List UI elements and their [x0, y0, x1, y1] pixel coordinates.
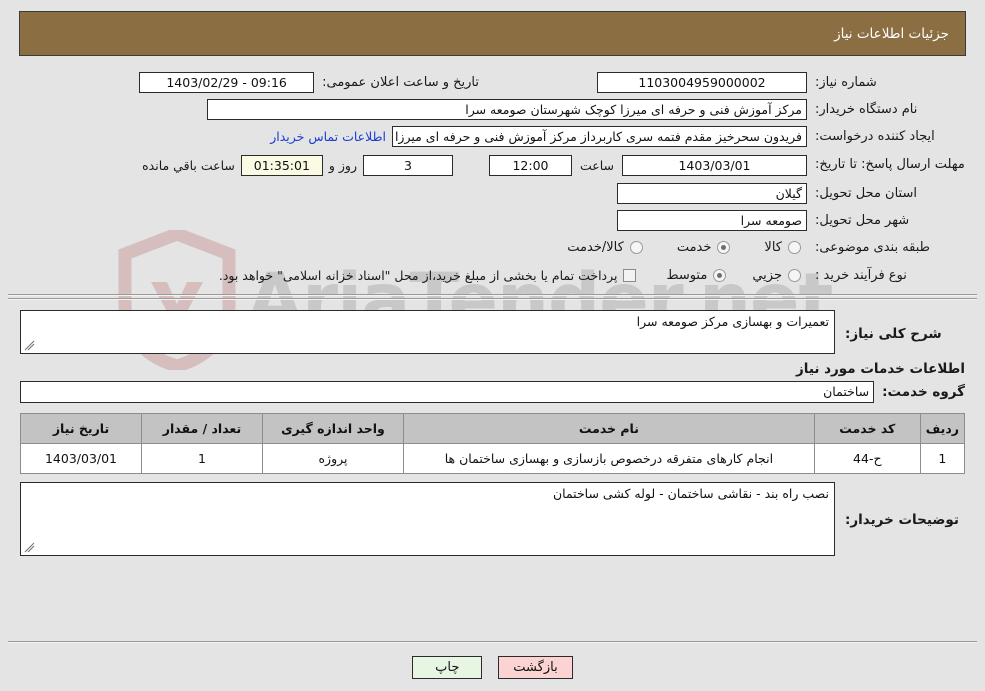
cell-row: 1 — [919, 443, 966, 474]
cell-code: ح-44 — [813, 443, 921, 474]
cell-unit: پروژه — [262, 443, 404, 474]
row-province: استان محل تحویل: گیلان — [8, 180, 977, 207]
radio-label-khedmat: خدمت — [676, 239, 712, 255]
hour-label: ساعت — [579, 157, 614, 173]
province-label: استان محل تحویل: — [815, 186, 917, 201]
deadline-label: مهلت ارسال پاسخ: تا تاریخ: — [815, 157, 965, 172]
back-button[interactable]: بازگشت — [498, 656, 573, 679]
checkbox-icon-treasury[interactable] — [623, 268, 637, 282]
row-service-group: گروه خدمت: ساختمان — [8, 381, 977, 403]
page-title: جزئیات اطلاعات نیاز — [834, 25, 949, 42]
buyer-contact-link[interactable]: اطلاعات تماس خریدار — [270, 129, 386, 144]
row-creator: ایجاد کننده درخواست: فریدون سحرخیز مقدم … — [8, 123, 977, 150]
divider-top — [8, 294, 977, 296]
col-unit: واحد اندازه گیری — [262, 413, 404, 444]
radio-option-kala[interactable]: کالا — [764, 240, 801, 255]
radio-option-kala-khedmat[interactable]: کالا/خدمت — [567, 240, 643, 255]
col-name: نام خدمت — [403, 413, 815, 444]
radio-icon-jozei[interactable] — [788, 268, 801, 282]
table-row[interactable]: 1 ح-44 انجام کارهای متفرقه درخصوص بازساز… — [20, 443, 966, 474]
row-deadline: مهلت ارسال پاسخ: تا تاریخ: 1403/03/01 سا… — [8, 150, 977, 180]
table-header-row: ردیف کد خدمت نام خدمت واحد اندازه گیری ت… — [20, 413, 966, 444]
cell-name: انجام کارهای متفرقه درخصوص بازسازی و بهس… — [403, 443, 815, 474]
col-date: تاریخ نیاز — [20, 413, 142, 444]
col-code: کد خدمت — [813, 413, 921, 444]
process-label: نوع فرآیند خرید : — [815, 267, 907, 283]
window-titlebar: جزئیات اطلاعات نیاز — [19, 11, 966, 56]
services-table-wrap: ردیف کد خدمت نام خدمت واحد اندازه گیری ت… — [8, 413, 977, 474]
cell-qty: 1 — [141, 443, 263, 474]
need-number-input[interactable]: 1103004959000002 — [597, 71, 807, 93]
details-panel: شماره نیاز: 1103004959000002 تاریخ و ساع… — [8, 68, 977, 631]
resize-grip-icon-notes[interactable] — [23, 542, 35, 554]
days-remaining-input[interactable]: 3 — [362, 154, 453, 176]
services-section-heading: اطلاعات خدمات مورد نیاز — [795, 361, 965, 377]
col-qty: تعداد / مقدار — [141, 413, 263, 444]
row-description: شرح کلی نیاز: تعمیرات و بهسازی مرکز صومع… — [8, 310, 977, 354]
row-process-type: نوع فرآیند خرید : جزیي متوسط پرداخت تمام… — [8, 260, 977, 290]
radio-option-jozei[interactable]: جزیي — [752, 268, 801, 283]
description-value: تعمیرات و بهسازی مرکز صومعه سرا — [636, 314, 829, 329]
creator-label: ایجاد کننده درخواست: — [815, 129, 935, 144]
countdown-timer: 01:35:01 — [240, 154, 323, 176]
radio-label-kala: کالا — [764, 239, 782, 255]
radio-label-kala-khedmat: کالا/خدمت — [567, 239, 624, 255]
divider-bottom — [8, 641, 977, 643]
radio-option-motevaset[interactable]: متوسط — [666, 267, 727, 283]
city-label: شهر محل تحویل: — [815, 213, 910, 228]
deadline-hour-input[interactable]: 12:00 — [488, 154, 572, 176]
print-button[interactable]: چاپ — [412, 656, 483, 679]
public-announce-input[interactable]: 1403/02/29 - 09:16 — [139, 71, 315, 93]
radio-option-khedmat[interactable]: خدمت — [677, 240, 731, 255]
need-number-label: شماره نیاز: — [815, 74, 877, 90]
public-announce-label: تاریخ و ساعت اعلان عمومی: — [322, 74, 479, 90]
radio-label-motevaset: متوسط — [666, 267, 708, 283]
buyer-org-label: نام دستگاه خریدار: — [815, 102, 918, 117]
cell-date: 1403/03/01 — [20, 443, 142, 474]
category-label: طبقه بندی موضوعی: — [815, 239, 931, 255]
description-textarea[interactable]: تعمیرات و بهسازی مرکز صومعه سرا — [20, 310, 835, 354]
deadline-date-input[interactable]: 1403/03/01 — [622, 154, 807, 176]
radio-icon-khedmat[interactable] — [717, 240, 731, 254]
buyer-notes-textarea[interactable]: نصب راه بند - نقاشی ساختمان - لوله کشی س… — [20, 482, 835, 556]
description-label: شرح کلی نیاز: — [845, 326, 942, 342]
radio-label-jozei: جزیي — [752, 267, 782, 283]
province-input[interactable]: گیلان — [617, 183, 807, 204]
creator-input[interactable]: فریدون سحرخیز مقدم فتمه سری کاربرداز مرک… — [392, 126, 807, 147]
col-row: ردیف — [919, 413, 966, 444]
row-city: شهر محل تحویل: صومعه سرا — [8, 207, 977, 234]
services-table: ردیف کد خدمت نام خدمت واحد اندازه گیری ت… — [20, 413, 966, 474]
action-button-bar: بازگشت چاپ — [0, 656, 985, 679]
treasury-note-option[interactable]: پرداخت تمام یا بخشی از مبلغ خرید،از محل … — [219, 268, 637, 283]
row-category: طبقه بندی موضوعی: کالا خدمت کالا/خدمت — [8, 234, 977, 260]
service-group-input[interactable]: ساختمان — [20, 381, 875, 403]
row-buyer-notes: توضیحات خریدار: نصب راه بند - نقاشی ساخت… — [8, 482, 977, 556]
row-buyer-org: نام دستگاه خریدار: مرکز آموزش فنی و حرفه… — [8, 96, 977, 123]
radio-icon-kala[interactable] — [788, 240, 801, 254]
treasury-note-label: پرداخت تمام یا بخشی از مبلغ خرید،از محل … — [218, 267, 618, 283]
service-group-label: گروه خدمت: — [882, 384, 965, 400]
countdown-label: ساعت باقي مانده — [142, 157, 235, 173]
row-need-number: شماره نیاز: 1103004959000002 تاریخ و ساع… — [8, 68, 977, 96]
radio-icon-kala-khedmat[interactable] — [629, 240, 643, 254]
buyer-org-input[interactable]: مرکز آموزش فنی و حرفه ای میرزا کوچک شهرس… — [207, 99, 807, 120]
buyer-notes-value: نصب راه بند - نقاشی ساختمان - لوله کشی س… — [552, 486, 829, 501]
divider-top-2 — [8, 298, 977, 300]
city-input[interactable]: صومعه سرا — [617, 210, 807, 231]
radio-icon-motevaset[interactable] — [713, 268, 727, 282]
resize-grip-icon[interactable] — [23, 340, 35, 352]
buyer-notes-label: توضیحات خریدار: — [845, 512, 959, 528]
days-label: روز و — [328, 157, 357, 173]
